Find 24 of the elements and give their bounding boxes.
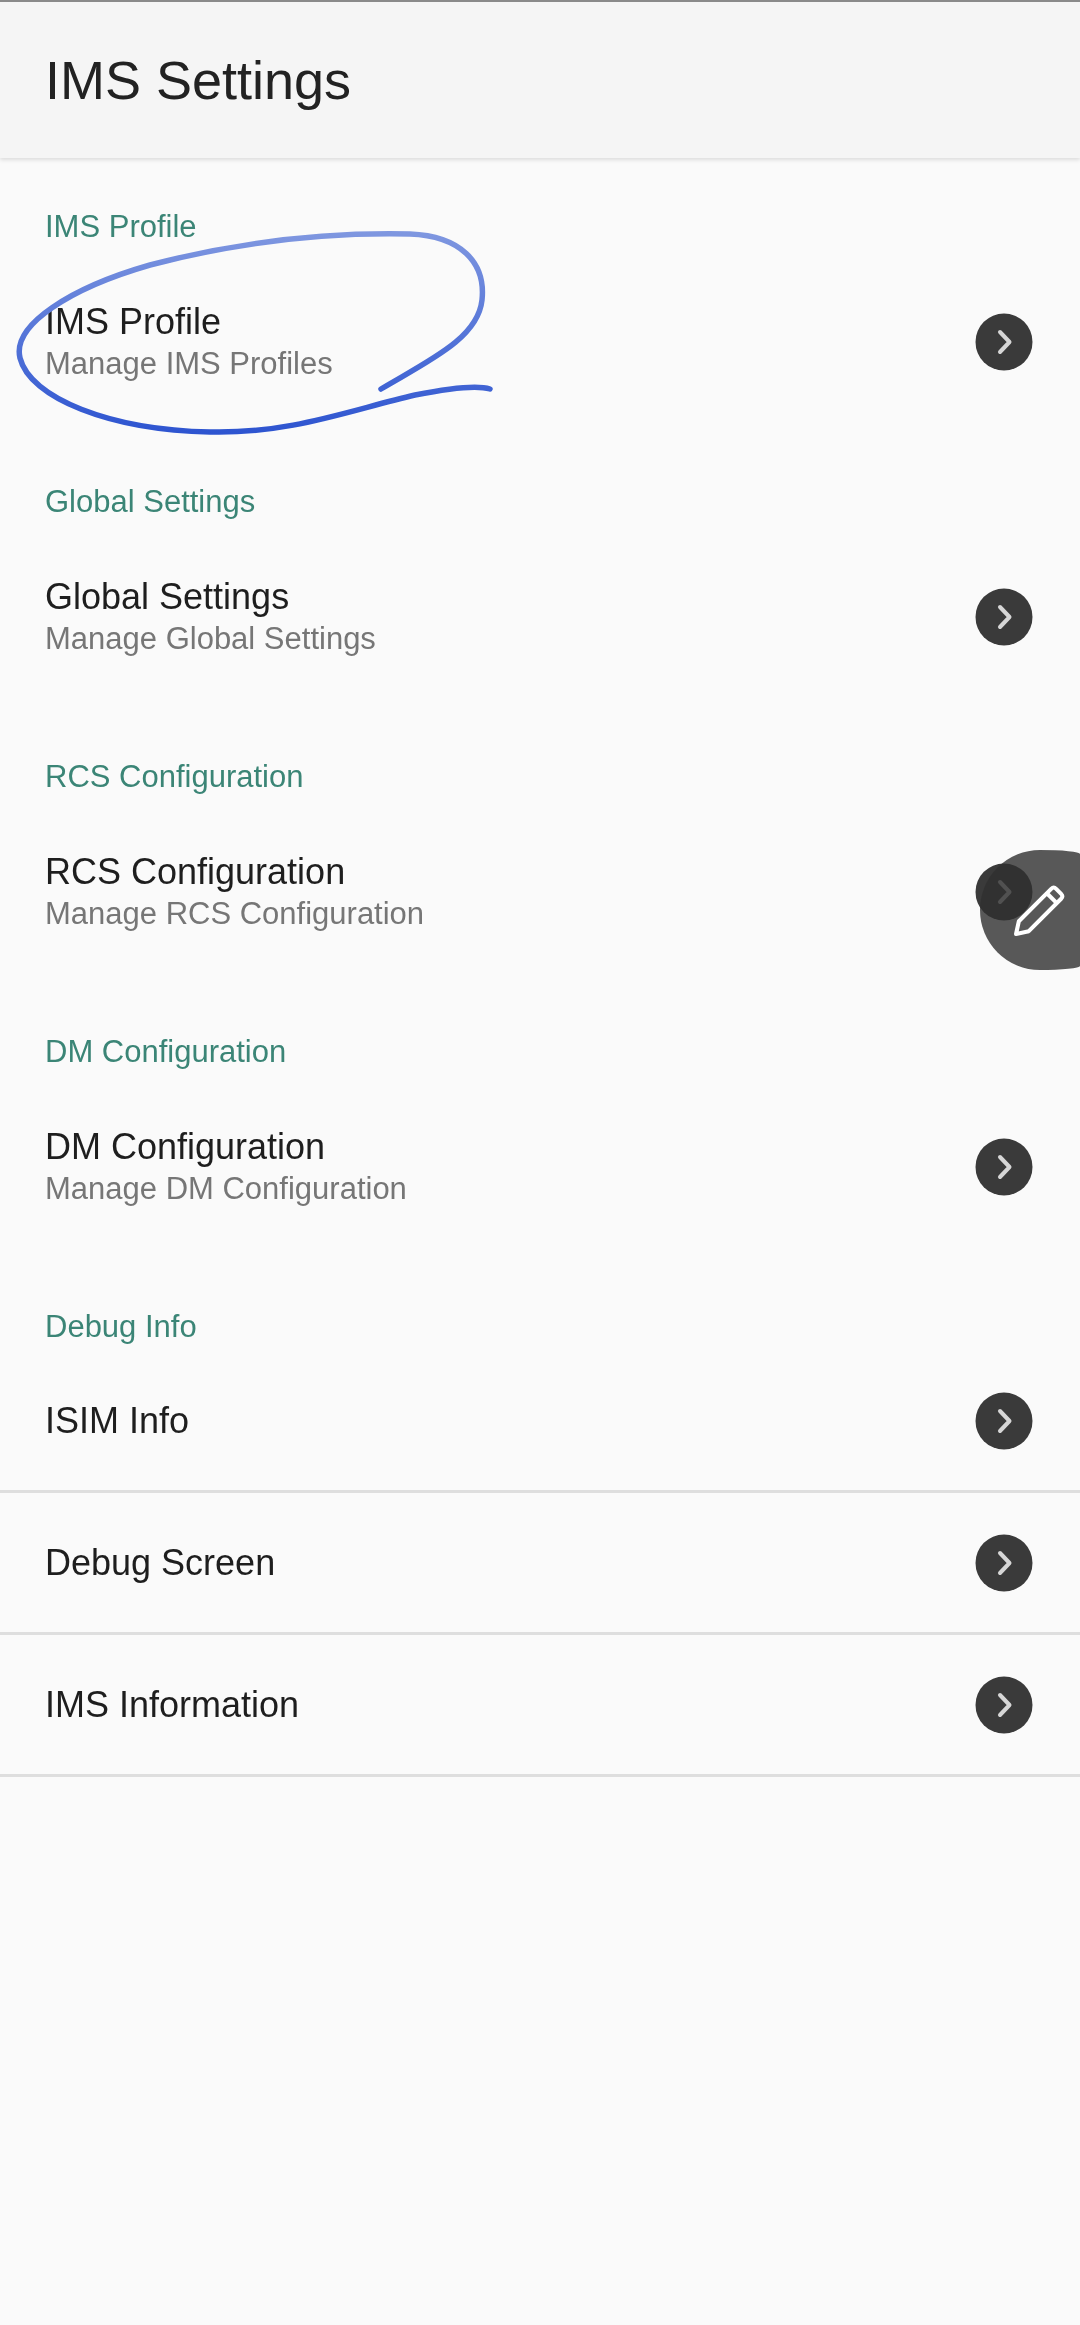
- chevron-right-icon[interactable]: [975, 313, 1033, 371]
- item-title: RCS Configuration: [45, 850, 346, 894]
- item-subtitle: Manage IMS Profiles: [45, 345, 333, 383]
- chevron-right-icon[interactable]: [975, 1675, 1033, 1734]
- item-title: IMS Profile: [45, 300, 222, 344]
- item-subtitle: Manage Global Settings: [45, 620, 376, 658]
- category-header: IMS Profile: [45, 208, 197, 246]
- category-header: Global Settings: [45, 483, 256, 521]
- category-header: RCS Configuration: [45, 758, 304, 796]
- screen-title: IMS Settings: [45, 49, 352, 112]
- chevron-right-icon[interactable]: [975, 1533, 1033, 1592]
- item-subtitle: Manage RCS Configuration: [45, 895, 425, 933]
- item-title: IMS Information: [45, 1682, 300, 1727]
- chevron-right-icon[interactable]: [975, 1138, 1033, 1196]
- edit-button[interactable]: [980, 850, 1080, 970]
- chevron-right-icon[interactable]: [975, 1391, 1033, 1450]
- category-header: Debug Info: [45, 1308, 197, 1346]
- item-subtitle: Manage DM Configuration: [45, 1170, 407, 1208]
- item-title: ISIM Info: [45, 1398, 190, 1443]
- item-title: Debug Screen: [45, 1540, 276, 1585]
- chevron-right-icon[interactable]: [975, 588, 1033, 646]
- item-title: DM Configuration: [45, 1125, 326, 1169]
- category-header: DM Configuration: [45, 1033, 287, 1071]
- item-title: Global Settings: [45, 575, 290, 619]
